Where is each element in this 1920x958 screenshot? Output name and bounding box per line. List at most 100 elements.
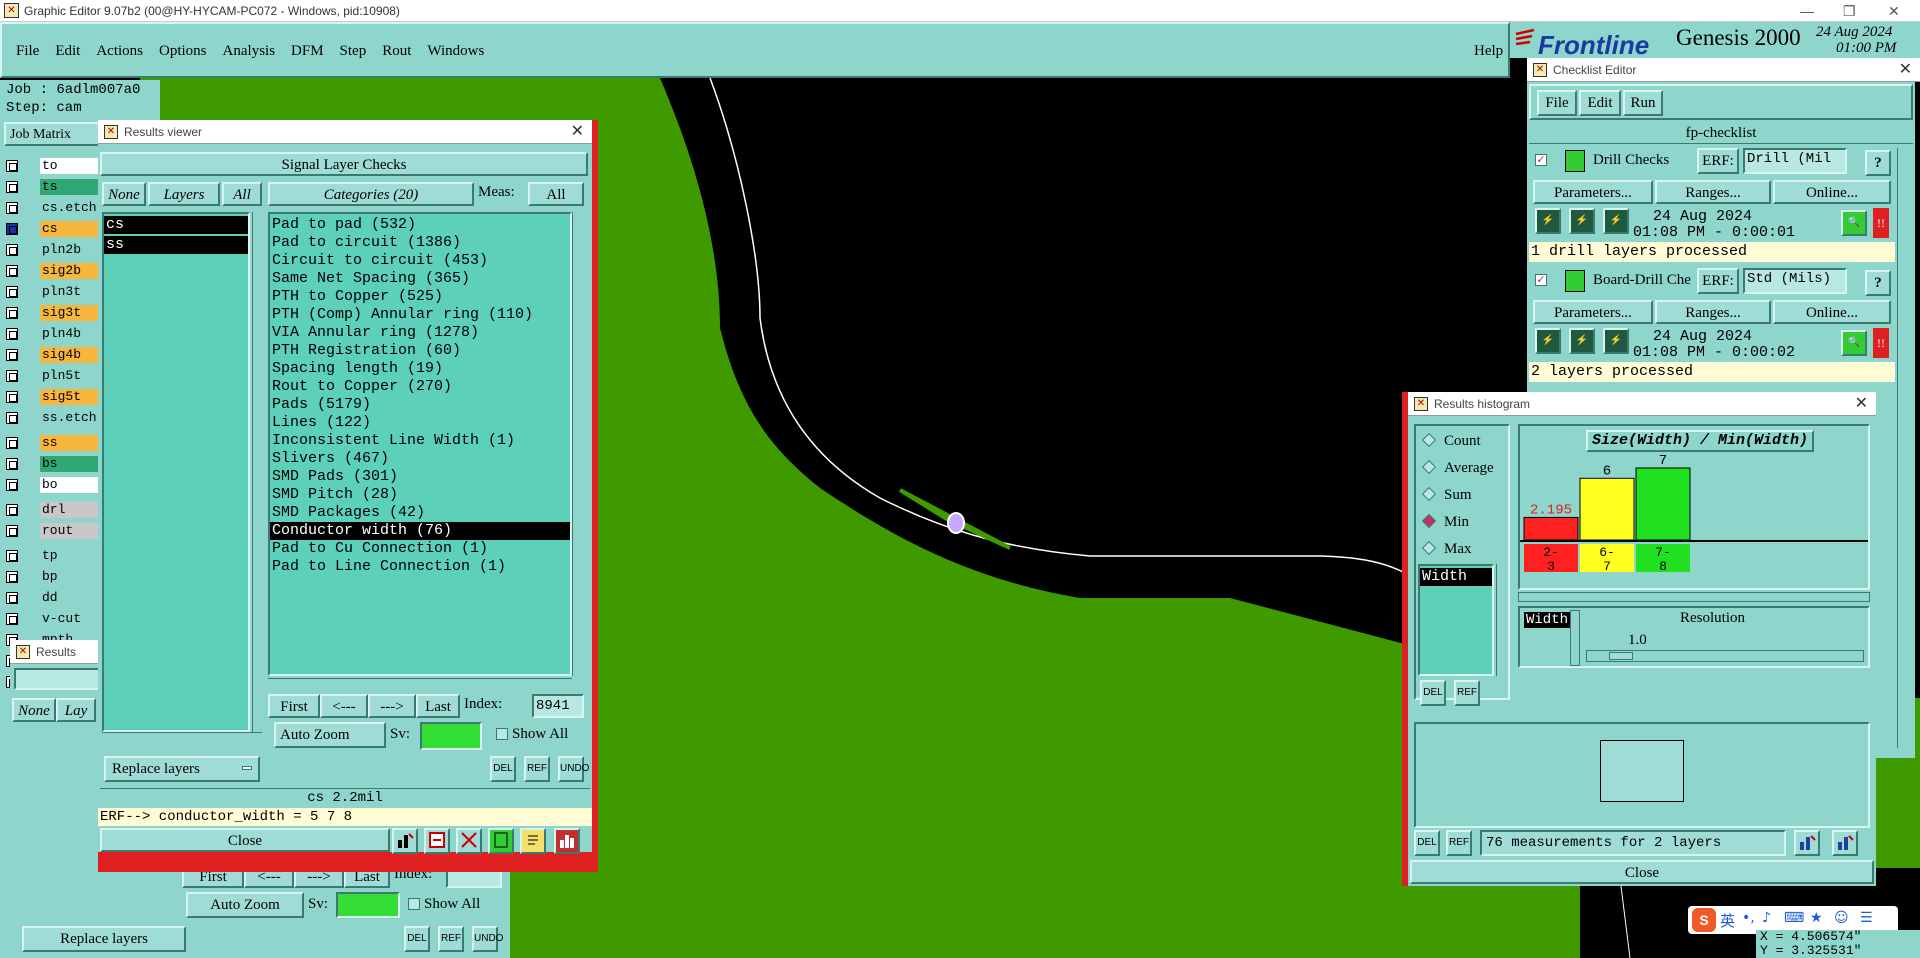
category-item[interactable]: SMD Pitch (28) bbox=[270, 486, 570, 504]
online-button[interactable]: Online... bbox=[1773, 300, 1891, 324]
layer-checkbox[interactable] bbox=[6, 349, 18, 361]
rv2-field[interactable] bbox=[14, 668, 104, 690]
menu-rout[interactable]: Rout bbox=[374, 40, 419, 62]
layer-row-bo[interactable]: bo bbox=[6, 477, 98, 493]
categories-hscroll[interactable] bbox=[268, 678, 572, 688]
layer-checkbox[interactable] bbox=[6, 286, 18, 298]
histogram-bar[interactable] bbox=[1523, 516, 1579, 541]
exit-icon[interactable] bbox=[424, 828, 450, 854]
rv2-del-icon[interactable]: DEL bbox=[404, 926, 430, 952]
layer-checkbox[interactable] bbox=[6, 328, 18, 340]
hist-ref-icon-2[interactable]: REF bbox=[1446, 830, 1472, 856]
ime-language-label[interactable]: 英 bbox=[1720, 910, 1735, 931]
checklist-menu-file[interactable]: File bbox=[1537, 90, 1577, 116]
layer-row-cs.etch[interactable]: cs.etch bbox=[6, 200, 98, 216]
mode-radio-max[interactable]: Max bbox=[1420, 538, 1472, 560]
rv2-sv-select[interactable] bbox=[336, 892, 400, 918]
auto-zoom-select[interactable]: Auto Zoom bbox=[274, 722, 386, 748]
layer-list-item[interactable]: ss bbox=[104, 236, 248, 254]
menu-step[interactable]: Step bbox=[332, 40, 375, 62]
del-icon[interactable]: DEL bbox=[490, 756, 516, 782]
category-item[interactable]: PTH to Copper (525) bbox=[270, 288, 570, 306]
rv2-ref-icon[interactable]: REF bbox=[438, 926, 464, 952]
last-button[interactable]: Last bbox=[416, 694, 460, 718]
layer-row-bp[interactable]: bp bbox=[6, 569, 98, 585]
check-name[interactable]: Board-Drill Che bbox=[1593, 272, 1693, 289]
layer-row-pln4b[interactable]: pln4b bbox=[6, 326, 98, 342]
layer-row-pln5t[interactable]: pln5t bbox=[6, 368, 98, 384]
ref-icon[interactable]: REF bbox=[524, 756, 550, 782]
layer-checkbox[interactable] bbox=[6, 307, 18, 319]
restore-icon[interactable]: ❐ bbox=[1843, 0, 1856, 22]
replace-layers-button[interactable]: Replace layers bbox=[104, 756, 260, 782]
stop-icon[interactable]: ⚡ bbox=[1603, 208, 1629, 234]
menu-windows[interactable]: Windows bbox=[419, 40, 492, 62]
run-icon[interactable]: ⚡ bbox=[1535, 328, 1561, 354]
category-item[interactable]: Spacing length (19) bbox=[270, 360, 570, 378]
ime-punct-icon[interactable]: •, bbox=[1742, 910, 1755, 926]
layer-checkbox[interactable] bbox=[6, 458, 18, 470]
layer-row-drl[interactable]: drl bbox=[6, 502, 98, 518]
radio-indicator[interactable] bbox=[1421, 540, 1437, 556]
ranges-button[interactable]: Ranges... bbox=[1655, 300, 1771, 324]
categories-button[interactable]: Categories (20) bbox=[268, 182, 474, 206]
category-item[interactable]: Lines (122) bbox=[270, 414, 570, 432]
category-item[interactable]: Rout to Copper (270) bbox=[270, 378, 570, 396]
sv-select[interactable] bbox=[420, 722, 482, 750]
layer-checkbox[interactable] bbox=[6, 437, 18, 449]
layer-row-to[interactable]: to bbox=[6, 158, 98, 174]
help-menu[interactable]: Help bbox=[1466, 40, 1511, 62]
layer-row-pln3t[interactable]: pln3t bbox=[6, 284, 98, 300]
layer-checkbox[interactable] bbox=[6, 244, 18, 256]
ime-skin-icon[interactable]: ★ bbox=[1810, 910, 1823, 926]
layer-row-ss[interactable]: ss bbox=[6, 435, 98, 451]
mode-radio-min[interactable]: Min bbox=[1420, 511, 1469, 533]
close-icon[interactable]: ✕ bbox=[1855, 392, 1868, 416]
layer-checkbox[interactable] bbox=[6, 160, 18, 172]
hist-del-icon[interactable]: DEL bbox=[1420, 680, 1446, 706]
parameters-button[interactable]: Parameters... bbox=[1533, 300, 1653, 324]
layer-checkbox[interactable] bbox=[6, 525, 18, 537]
categories-list[interactable]: Pad to pad (532) Pad to circuit (1386) Cir… bbox=[268, 212, 572, 676]
histogram-icon[interactable] bbox=[554, 828, 580, 854]
category-item[interactable]: Pad to Line Connection (1) bbox=[270, 558, 570, 576]
layer-checkbox[interactable] bbox=[6, 571, 18, 583]
check-help-button[interactable]: ? bbox=[1865, 270, 1891, 296]
layer-checkbox[interactable] bbox=[6, 391, 18, 403]
zoom-results-icon[interactable]: 🔍 bbox=[1841, 210, 1867, 236]
checklist-scrollbar[interactable] bbox=[1897, 148, 1911, 748]
close-icon[interactable]: ✕ bbox=[1888, 0, 1900, 22]
category-item[interactable]: Pad to circuit (1386) bbox=[270, 234, 570, 252]
layer-row-sig4b[interactable]: sig4b bbox=[6, 347, 98, 363]
radio-indicator[interactable] bbox=[1421, 432, 1437, 448]
radio-indicator[interactable] bbox=[1421, 513, 1437, 529]
first-button[interactable]: First bbox=[268, 694, 320, 718]
layer-checkbox[interactable] bbox=[6, 202, 18, 214]
online-button[interactable]: Online... bbox=[1773, 180, 1891, 204]
category-item[interactable]: Same Net Spacing (365) bbox=[270, 270, 570, 288]
layer-checkbox[interactable] bbox=[6, 412, 18, 424]
layer-row-tp[interactable]: tp bbox=[6, 548, 98, 564]
chart-icon[interactable] bbox=[392, 828, 418, 854]
layer-checkbox[interactable] bbox=[6, 592, 18, 604]
layer-row-ss.etch[interactable]: ss.etch bbox=[6, 410, 98, 426]
mode-radio-count[interactable]: Count bbox=[1420, 430, 1481, 452]
layer-list-scrollbar[interactable] bbox=[252, 212, 262, 732]
hist-chart-icon[interactable] bbox=[1794, 830, 1820, 856]
layer-row-sig3t[interactable]: sig3t bbox=[6, 305, 98, 321]
category-item[interactable]: PTH (Comp) Annular ring (110) bbox=[270, 306, 570, 324]
index-input[interactable]: 8941 bbox=[532, 694, 584, 718]
category-item[interactable]: Pad to Cu Connection (1) bbox=[270, 540, 570, 558]
rv2-none-button[interactable]: None bbox=[12, 698, 56, 722]
menu-analysis[interactable]: Analysis bbox=[215, 40, 284, 62]
ime-mic-icon[interactable]: ♪ bbox=[1762, 910, 1771, 926]
check-enabled-checkbox[interactable]: ✓ bbox=[1535, 274, 1547, 286]
histogram-close-button[interactable]: Close bbox=[1410, 860, 1874, 884]
zoom-results-icon[interactable]: 🔍 bbox=[1841, 330, 1867, 356]
rv2-replace-layers[interactable]: Replace layers bbox=[22, 926, 186, 952]
categories-scrollbar[interactable] bbox=[572, 212, 584, 676]
measure-scrollbar[interactable] bbox=[1496, 564, 1506, 676]
layer-row-v-cut[interactable]: v-cut bbox=[6, 611, 98, 627]
layer-checkbox[interactable] bbox=[6, 613, 18, 625]
job-matrix-button[interactable]: Job Matrix bbox=[4, 122, 100, 146]
